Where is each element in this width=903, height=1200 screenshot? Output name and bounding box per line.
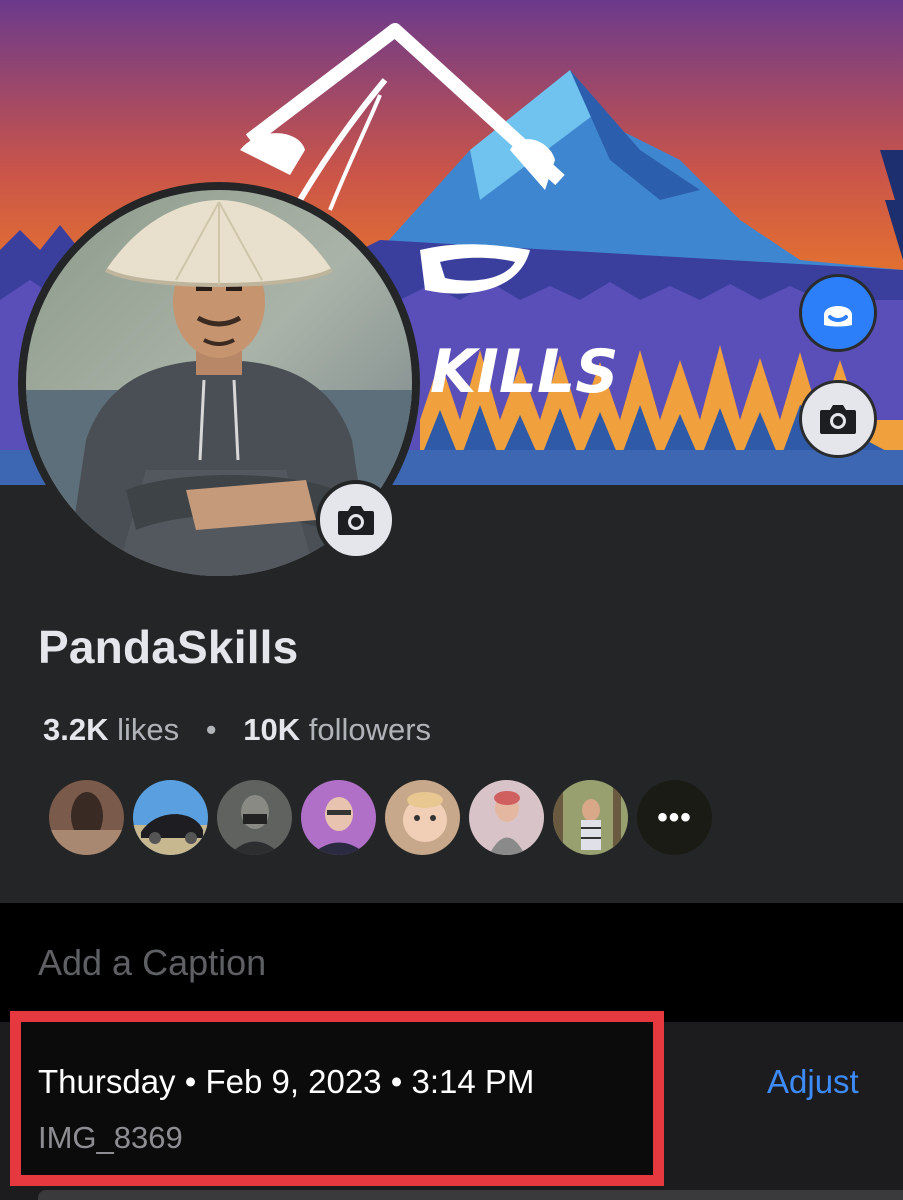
- bottom-panel-edge: [38, 1190, 903, 1200]
- screen: KILLS PandaSkills 3.2K likes • 10K follo…: [0, 0, 903, 1200]
- page-stats: 3.2K likes • 10K followers: [43, 712, 431, 748]
- page-name: PandaSkills: [38, 621, 299, 673]
- follower-avatar[interactable]: [217, 780, 292, 855]
- likes-label: likes: [117, 712, 180, 747]
- followers-count: 10K: [243, 712, 301, 747]
- caption-input[interactable]: Add a Caption: [38, 942, 266, 984]
- camera-icon: [338, 506, 374, 535]
- follower-avatar[interactable]: [133, 780, 208, 855]
- followers-label: followers: [308, 712, 432, 747]
- avatar-edit-button[interactable]: [799, 274, 877, 352]
- more-followers-button[interactable]: •••: [637, 780, 712, 855]
- profile-camera-button[interactable]: [316, 480, 396, 560]
- avatar-icon: [824, 306, 852, 327]
- stats-separator: •: [205, 712, 217, 747]
- photo-date-time: Thursday • Feb 9, 2023 • 3:14 PM: [38, 1063, 535, 1100]
- follower-avatar[interactable]: [49, 780, 124, 855]
- photo-filename: IMG_8369: [38, 1120, 183, 1155]
- follower-avatar[interactable]: [553, 780, 628, 855]
- cover-camera-button[interactable]: [799, 380, 877, 458]
- shared-photo[interactable]: KILLS PandaSkills 3.2K likes • 10K follo…: [0, 0, 903, 903]
- cover-logo-text: KILLS: [430, 337, 619, 407]
- likes-count: 3.2K: [43, 712, 109, 747]
- follower-avatar[interactable]: [469, 780, 544, 855]
- adjust-button[interactable]: Adjust: [767, 1063, 859, 1101]
- camera-icon: [820, 405, 856, 434]
- follower-avatar[interactable]: [301, 780, 376, 855]
- more-dots-icon: •••: [657, 800, 692, 834]
- follower-avatars: •••: [49, 780, 712, 855]
- follower-avatar[interactable]: [385, 780, 460, 855]
